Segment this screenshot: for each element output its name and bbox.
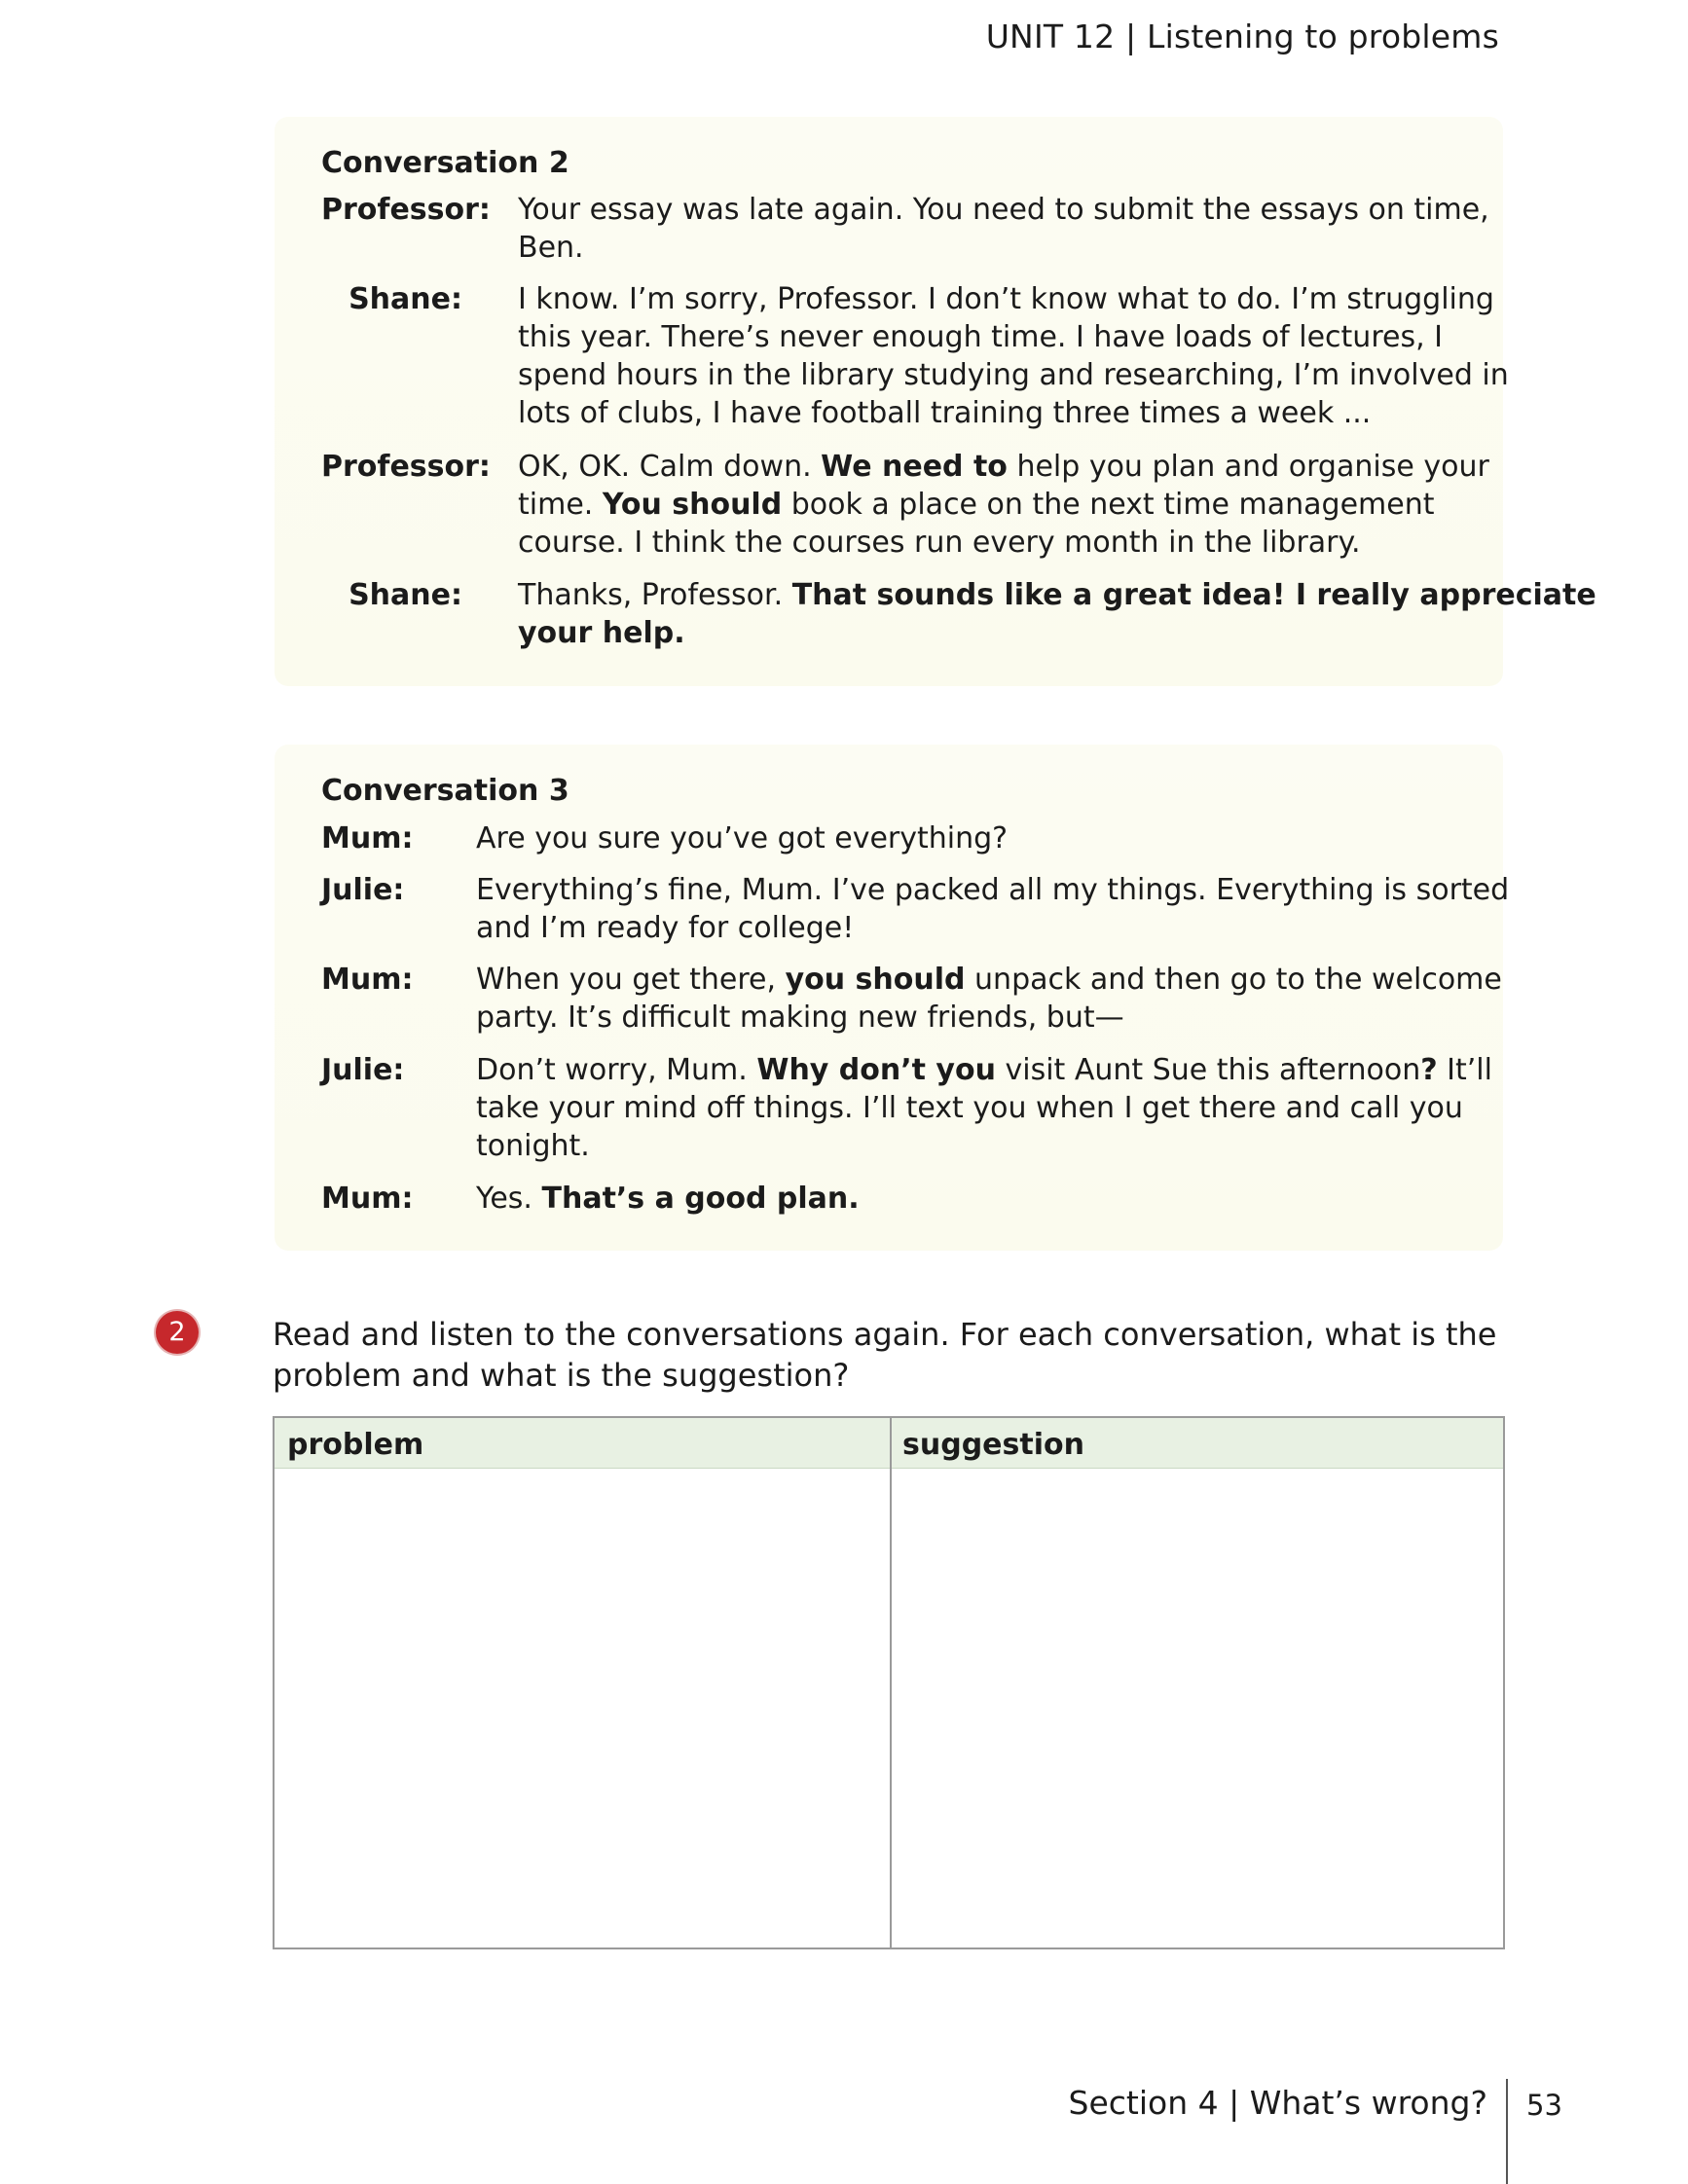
problem-suggestion-table: problem suggestion	[273, 1416, 1505, 1949]
conv3-line-5: Yes. That’s a good plan.	[476, 1182, 860, 1216]
conv3-speaker-3: Mum:	[321, 963, 414, 997]
exercise-instruction: Read and listen to the conversations aga…	[273, 1316, 1497, 1394]
conv3-speaker-5: Mum:	[321, 1182, 414, 1216]
section-footer: Section 4 | What’s wrong?	[1068, 2084, 1487, 2122]
footer-divider	[1506, 2079, 1508, 2184]
exercise-number-badge: 2	[156, 1311, 199, 1354]
conv2-speaker-1: Professor:	[321, 193, 491, 227]
conv3-line-3: When you get there, you should unpack an…	[476, 963, 1502, 1035]
conversation-2-title: Conversation 2	[321, 146, 569, 180]
conv3-line-4: Don’t worry, Mum. Why don’t you visit Au…	[476, 1053, 1492, 1163]
conv2-speaker-4: Shane:	[349, 578, 462, 612]
conv2-speaker-3: Professor:	[321, 450, 491, 484]
conv2-line-1: Your essay was late again. You need to s…	[518, 193, 1489, 265]
conv2-line-3: OK, OK. Calm down. We need to help you p…	[518, 450, 1489, 560]
conv3-speaker-2: Julie:	[321, 873, 405, 907]
table-column-divider	[890, 1418, 892, 1947]
conv3-line-1: Are you sure you’ve got everything?	[476, 821, 1009, 855]
unit-header: UNIT 12 | Listening to problems	[985, 18, 1499, 55]
conv3-speaker-4: Julie:	[321, 1053, 405, 1087]
conversation-3-title: Conversation 3	[321, 774, 569, 808]
table-header-problem: problem	[275, 1418, 890, 1469]
conv2-line-4: Thanks, Professor. That sounds like a gr…	[518, 578, 1596, 650]
conv3-speaker-1: Mum:	[321, 821, 414, 855]
table-header-suggestion: suggestion	[890, 1418, 1503, 1469]
conv3-line-2: Everything’s fine, Mum. I’ve packed all …	[476, 873, 1510, 945]
page-number: 53	[1526, 2089, 1562, 2122]
conv2-line-2: I know. I’m sorry, Professor. I don’t kn…	[518, 282, 1509, 430]
conv2-speaker-2: Shane:	[349, 282, 462, 316]
